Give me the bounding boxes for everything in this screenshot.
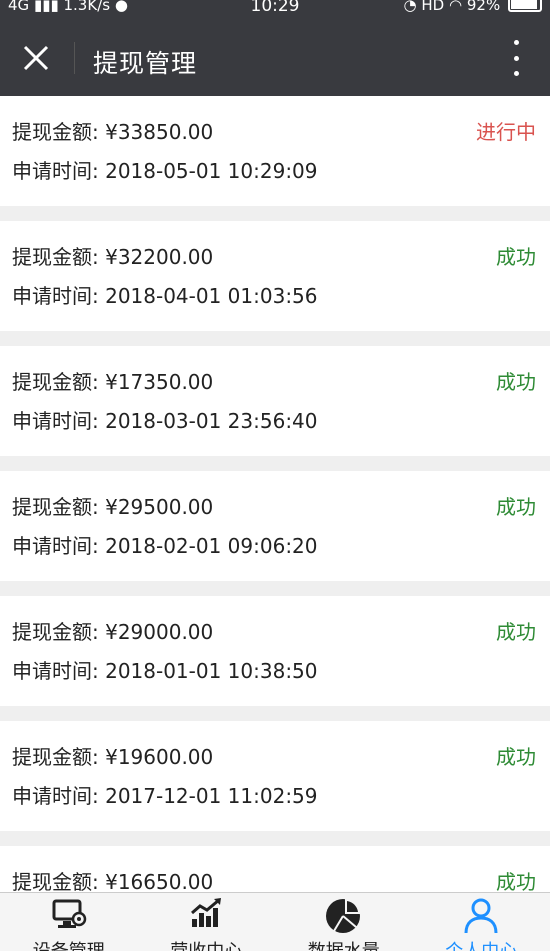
page-title: 提现管理	[93, 44, 197, 80]
withdrawal-record[interactable]: 提现金额: ¥16650.00 成功	[0, 846, 550, 892]
bottom-tab-bar: 设备管理 营收中心 数据水量 个人中心	[0, 892, 550, 951]
apply-time: 申请时间: 2018-01-01 10:38:50	[12, 655, 318, 684]
apply-time: 申请时间: 2018-04-01 01:03:56	[12, 280, 318, 309]
tab-revenue-center[interactable]: 营收中心	[138, 893, 276, 951]
navigation-bar: 提现管理	[0, 14, 550, 96]
withdrawal-list[interactable]: 提现金额: ¥33850.00 申请时间: 2018-05-01 10:29:0…	[0, 96, 550, 892]
status-badge: 成功	[496, 491, 536, 520]
apply-time: 申请时间: 2018-02-01 09:06:20	[12, 530, 318, 559]
status-bar: 4G ▮▮▮ 1.3K/s ● 10:29 ◔ HD ◠ 92%	[0, 0, 550, 14]
withdrawal-amount: 提现金额: ¥16650.00	[12, 866, 213, 892]
status-badge: 成功	[496, 741, 536, 770]
close-button[interactable]	[16, 38, 56, 78]
more-vertical-icon-dot	[514, 56, 519, 61]
status-badge: 成功	[496, 866, 536, 892]
battery-percent: 92%	[467, 0, 500, 14]
more-button[interactable]	[506, 40, 526, 76]
apply-time: 申请时间: 2017-12-01 11:02:59	[12, 780, 318, 809]
status-right: ◔ HD ◠ 92%	[404, 0, 543, 14]
withdrawal-record[interactable]: 提现金额: ¥33850.00 申请时间: 2018-05-01 10:29:0…	[0, 96, 550, 206]
pie-chart-icon	[324, 897, 364, 935]
withdrawal-amount: 提现金额: ¥19600.00	[12, 741, 213, 770]
battery-fill	[511, 0, 537, 9]
withdrawal-record[interactable]: 提现金额: ¥17350.00 申请时间: 2018-03-01 23:56:4…	[0, 346, 550, 456]
withdrawal-amount: 提现金额: ¥29500.00	[12, 491, 213, 520]
tab-device-management[interactable]: 设备管理	[0, 893, 138, 951]
tab-label: 设备管理	[0, 937, 138, 951]
hd-label: HD	[421, 0, 444, 14]
chart-bars-icon	[188, 897, 224, 931]
tab-data-water[interactable]: 数据水量	[275, 893, 413, 951]
withdrawal-record[interactable]: 提现金额: ¥29500.00 申请时间: 2018-02-01 09:06:2…	[0, 471, 550, 581]
status-badge: 成功	[496, 616, 536, 645]
person-icon	[463, 897, 499, 935]
close-icon	[23, 45, 49, 71]
withdrawal-amount: 提现金额: ¥29000.00	[12, 616, 213, 645]
apply-time: 申请时间: 2018-03-01 23:56:40	[12, 405, 318, 434]
withdrawal-record[interactable]: 提现金额: ¥29000.00 申请时间: 2018-01-01 10:38:5…	[0, 596, 550, 706]
withdrawal-amount: 提现金额: ¥17350.00	[12, 366, 213, 395]
wifi-icon: ◠	[449, 0, 462, 14]
tab-label: 营收中心	[138, 937, 276, 951]
tab-personal-center[interactable]: 个人中心	[413, 893, 550, 951]
more-vertical-icon-dot	[514, 71, 519, 76]
tab-label: 个人中心	[413, 937, 550, 951]
status-badge: 成功	[496, 366, 536, 395]
status-badge: 成功	[496, 241, 536, 270]
header-divider	[74, 42, 75, 74]
withdrawal-amount: 提现金额: ¥33850.00	[12, 116, 213, 145]
withdrawal-amount: 提现金额: ¥32200.00	[12, 241, 213, 270]
battery-icon	[508, 0, 542, 12]
monitor-settings-icon	[51, 897, 87, 931]
withdrawal-record[interactable]: 提现金额: ¥32200.00 申请时间: 2018-04-01 01:03:5…	[0, 221, 550, 331]
tab-label: 数据水量	[275, 937, 413, 951]
more-vertical-icon-dot	[514, 40, 519, 45]
alarm-icon: ◔	[404, 0, 417, 14]
status-badge: 进行中	[476, 116, 536, 145]
apply-time: 申请时间: 2018-05-01 10:29:09	[12, 155, 318, 184]
withdrawal-record[interactable]: 提现金额: ¥19600.00 申请时间: 2017-12-01 11:02:5…	[0, 721, 550, 831]
